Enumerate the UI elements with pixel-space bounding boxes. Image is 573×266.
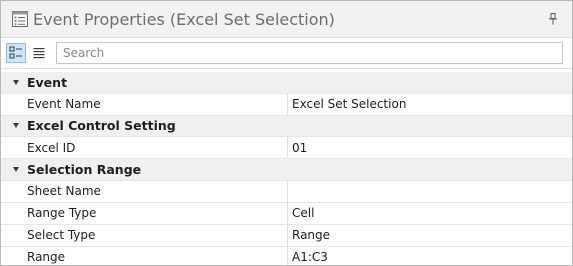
property-value[interactable]: Cell	[288, 203, 572, 224]
property-row-excel-id[interactable]: Excel ID 01	[1, 137, 572, 159]
property-value[interactable]: Range	[288, 225, 572, 246]
property-name: Range	[1, 246, 288, 265]
search-box	[56, 42, 563, 64]
search-input[interactable]	[57, 43, 562, 63]
property-row-sheet-name[interactable]: Sheet Name	[1, 180, 572, 203]
collapse-triangle-icon[interactable]	[13, 79, 19, 85]
pin-icon[interactable]	[548, 13, 558, 25]
property-value[interactable]: 01	[288, 137, 572, 158]
property-value[interactable]: Excel Set Selection	[288, 94, 572, 115]
property-row-select-type[interactable]: Select Type Range	[1, 224, 572, 247]
title-bar: Event Properties (Excel Set Selection)	[1, 1, 572, 38]
category-label: Excel Control Setting	[27, 118, 176, 134]
property-name: Sheet Name	[1, 180, 288, 202]
property-name: Select Type	[1, 224, 288, 246]
property-row-range[interactable]: Range A1:C3	[1, 246, 572, 266]
category-label: Event	[27, 74, 68, 90]
property-value[interactable]: A1:C3	[288, 247, 572, 266]
property-row-event-name[interactable]: Event Name Excel Set Selection	[1, 93, 572, 116]
collapse-triangle-icon[interactable]	[13, 166, 19, 172]
window-title: Event Properties (Excel Set Selection)	[33, 9, 335, 29]
properties-window-icon	[12, 11, 28, 27]
property-name: Event Name	[1, 93, 288, 115]
property-value[interactable]	[288, 181, 572, 202]
property-name: Range Type	[1, 202, 288, 224]
property-name: Excel ID	[1, 137, 288, 158]
property-toolbar	[1, 38, 572, 69]
categorized-view-button[interactable]	[6, 43, 26, 63]
alphabetical-view-icon	[33, 48, 45, 59]
category-selection-range[interactable]: Selection Range	[1, 159, 572, 181]
event-properties-panel: Event Properties (Excel Set Selection) S…	[0, 0, 573, 266]
category-label: Selection Range	[27, 161, 142, 177]
alphabetical-view-button[interactable]	[29, 43, 49, 63]
categorized-view-icon	[9, 46, 22, 59]
property-grid: Event Event Name Excel Set Selection Exc…	[1, 72, 572, 266]
category-event[interactable]: Event	[1, 72, 572, 94]
category-excel-control-setting[interactable]: Excel Control Setting	[1, 115, 572, 137]
property-row-range-type[interactable]: Range Type Cell	[1, 202, 572, 225]
collapse-triangle-icon[interactable]	[13, 123, 19, 129]
